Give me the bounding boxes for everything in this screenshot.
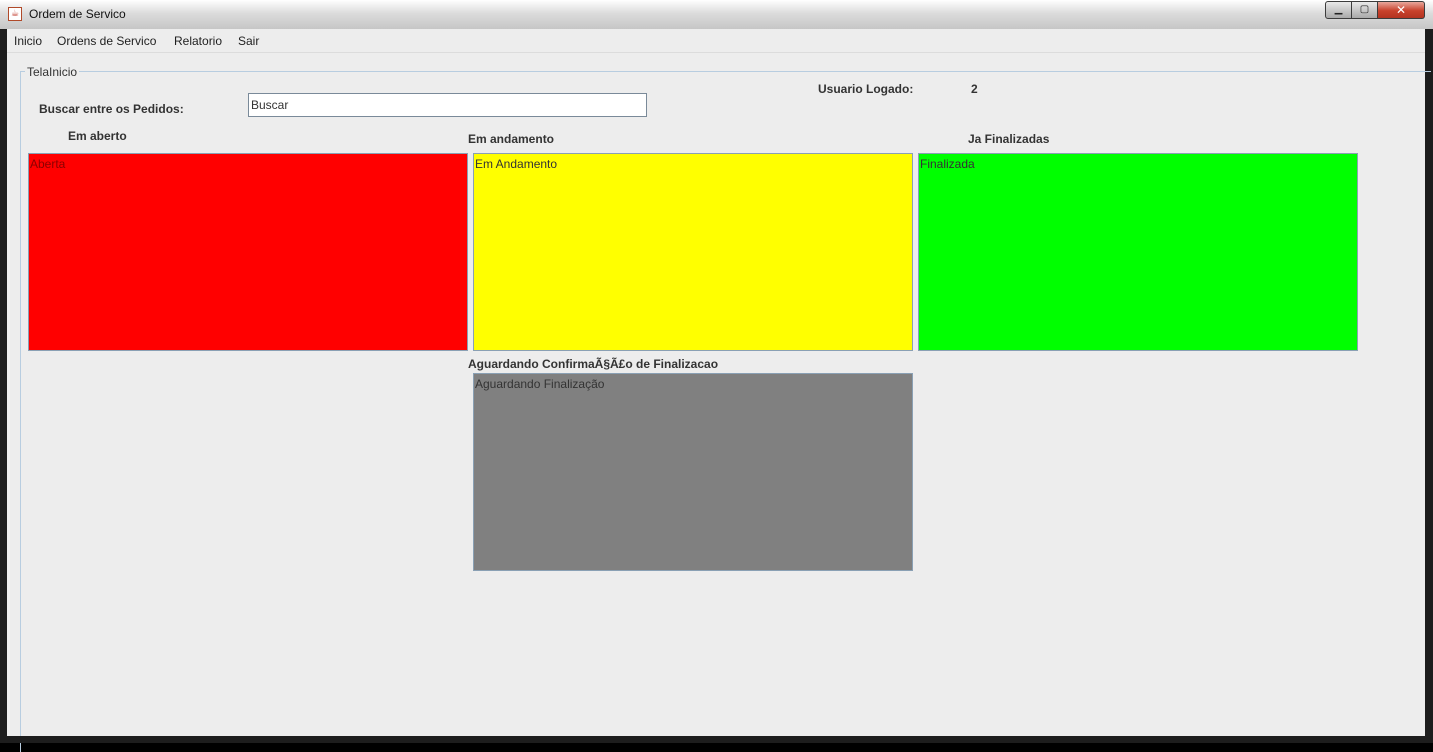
awaiting-orders-label: Aguardando Finalização — [475, 377, 605, 391]
finished-orders-label: Finalizada — [920, 157, 975, 171]
menu-inicio[interactable]: Inicio — [14, 34, 42, 48]
open-orders-label: Aberta — [30, 157, 66, 171]
menu-sair[interactable]: Sair — [238, 34, 259, 48]
logged-user-value: 2 — [971, 82, 978, 96]
logged-user-label: Usuario Logado: — [818, 82, 914, 96]
maximize-button[interactable]: ▢ — [1352, 1, 1378, 19]
menu-ordens-de-servico[interactable]: Ordens de Servico — [57, 34, 156, 48]
window-controls: ▁ ▢ ✕ — [1325, 1, 1425, 20]
window-bottom-border — [0, 736, 1433, 743]
menu-bar: Inicio Ordens de Servico Relatorio Sair — [7, 29, 1425, 53]
open-orders-list[interactable]: Aberta — [28, 153, 468, 351]
finished-orders-list[interactable]: Finalizada — [918, 153, 1358, 351]
in-progress-orders-label: Em Andamento — [475, 157, 558, 171]
search-label: Buscar entre os Pedidos: — [39, 102, 184, 116]
in-progress-orders-list[interactable]: Em Andamento — [473, 153, 913, 351]
awaiting-heading: Aguardando ConfirmaÃ§Ã£o de Finalizacao — [468, 357, 719, 371]
minimize-button[interactable]: ▁ — [1325, 1, 1352, 19]
app-window: ☕ Ordem de Servico ▁ ▢ ✕ Inicio Ordens d… — [0, 0, 1433, 752]
minimize-icon: ▁ — [1334, 4, 1343, 15]
finished-heading: Ja Finalizadas — [968, 132, 1050, 146]
search-input[interactable] — [248, 93, 647, 117]
window-content: Inicio Ordens de Servico Relatorio Sair … — [7, 29, 1431, 752]
close-button[interactable]: ✕ — [1378, 1, 1425, 19]
title-bar[interactable]: ☕ Ordem de Servico ▁ ▢ ✕ — [0, 0, 1433, 29]
java-cup-icon: ☕ — [8, 7, 22, 21]
menu-relatorio[interactable]: Relatorio — [174, 34, 222, 48]
close-icon: ✕ — [1395, 3, 1407, 17]
awaiting-orders-list[interactable]: Aguardando Finalização — [473, 373, 913, 571]
maximize-icon: ▢ — [1359, 4, 1370, 15]
open-heading: Em aberto — [68, 129, 127, 143]
in-progress-heading: Em andamento — [468, 132, 555, 146]
panel-title: TelaInicio — [25, 65, 80, 79]
window-title: Ordem de Servico — [29, 7, 126, 21]
